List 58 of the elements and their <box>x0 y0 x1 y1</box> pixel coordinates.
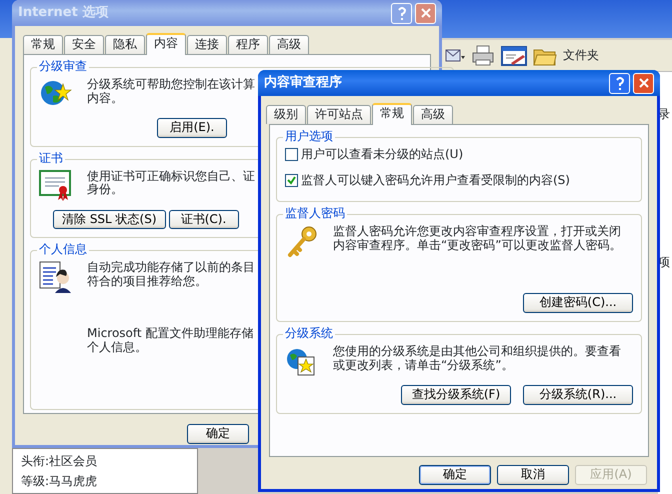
tab[interactable]: 隐私 <box>105 35 145 54</box>
checkbox-option[interactable]: 监督人可以键入密码允许用户查看受限制的内容(S) <box>285 174 633 188</box>
toolbar-label: 文件夹 <box>563 48 599 62</box>
group-label: 个人信息 <box>37 243 89 258</box>
group-label: 用户选项 <box>283 130 335 144</box>
printer-icon <box>471 44 495 66</box>
tab[interactable]: 高级 <box>413 105 453 124</box>
dialog-button[interactable]: 创建密码(C)... <box>523 293 633 314</box>
help-icon <box>614 76 624 90</box>
edit-icon <box>501 44 527 66</box>
description-text: 您使用的分级系统是由其他公司和组织提供的。要查看或更改列表，请单击“分级系统”。 <box>332 345 622 373</box>
tab[interactable]: 安全 <box>64 35 104 54</box>
tab[interactable]: 级别 <box>266 105 306 124</box>
description-text: 符合的项目推荐给您。 <box>87 275 208 289</box>
dialog-button[interactable]: 清除 SSL 状态(S) <box>53 210 166 230</box>
dialog-button[interactable]: 分级系统(R)... <box>523 385 633 405</box>
close-icon <box>420 8 430 18</box>
close-button[interactable] <box>633 72 654 94</box>
description-text: Microsoft 配置文件助理能存储 <box>87 327 254 341</box>
group-label: 监督人密码 <box>283 207 347 222</box>
checkbox-option[interactable]: 用户可以查看未分级的站点(U) <box>285 148 633 162</box>
dialog-button[interactable]: 确定 <box>419 464 491 485</box>
key-icon <box>285 225 319 260</box>
profile-text: 头衔:社区会员 <box>21 455 98 469</box>
help-button[interactable] <box>609 72 630 94</box>
dialog-button[interactable]: 启用(E). <box>157 118 227 138</box>
title-bar[interactable]: 内容审查程序 <box>258 70 660 96</box>
document-person-icon <box>39 261 73 296</box>
close-button[interactable] <box>415 2 436 24</box>
tab[interactable]: 许可站点 <box>307 105 371 124</box>
tab[interactable]: 内容 <box>146 33 186 55</box>
description-text: 使用证书可正确标识您自己、证 <box>87 170 255 183</box>
window-title: Internet 选项 <box>18 6 110 20</box>
group-label: 证书 <box>37 152 65 166</box>
group-label: 分级审查 <box>37 60 89 74</box>
help-icon <box>396 6 406 20</box>
profile-text: 等级:马马虎虎 <box>21 474 98 489</box>
dialog-button[interactable]: 取消 <box>497 464 569 485</box>
tab[interactable]: 高级 <box>269 35 309 54</box>
tab[interactable]: 程序 <box>228 35 268 54</box>
close-icon <box>638 78 648 88</box>
description-text: 监督人密码允许您更改内容审查程序设置，打开或关闭内容审查程序。单击“更改密码”可以更改监督人密码。 <box>332 225 622 253</box>
description-text: 分级系统可帮助您控制在该计算 <box>87 78 255 92</box>
dialog-button[interactable]: 证书(C). <box>168 210 239 230</box>
ok-button[interactable]: 确定 <box>187 424 249 444</box>
check-icon <box>287 176 296 185</box>
description-text: 身份。 <box>87 183 124 198</box>
description-text: 内容。 <box>87 92 124 106</box>
group-label: 分级系统 <box>283 327 335 341</box>
window-title: 内容审查程序 <box>264 76 343 90</box>
help-button[interactable] <box>391 2 412 24</box>
tab[interactable]: 连接 <box>187 35 227 54</box>
mail-icon <box>445 48 465 64</box>
tab[interactable]: 常规 <box>372 103 412 125</box>
description-text: 自动完成功能存储了以前的条目 <box>87 261 255 275</box>
dialog-button[interactable]: 查找分级系统(F) <box>401 385 511 405</box>
tab[interactable]: 常规 <box>23 35 63 54</box>
description-text: 个人信息。 <box>87 341 148 355</box>
